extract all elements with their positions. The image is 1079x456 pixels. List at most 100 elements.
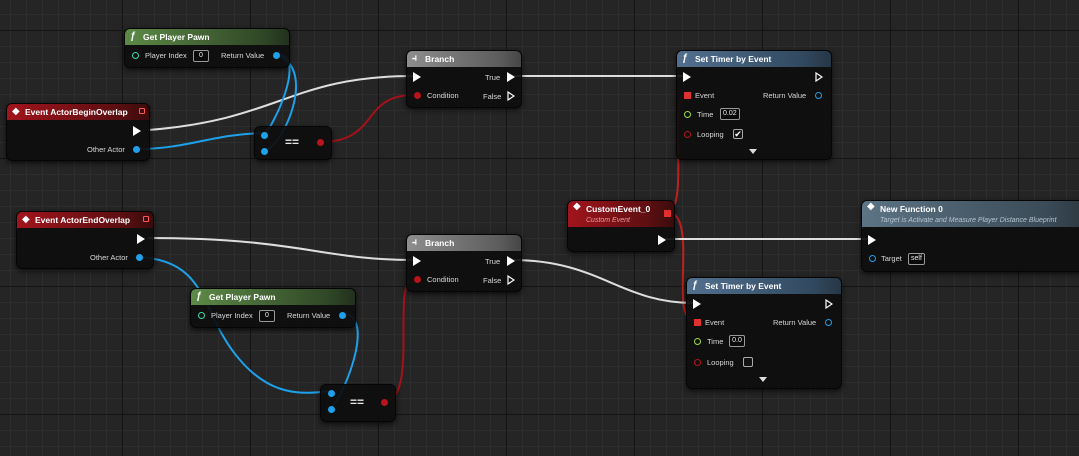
object-wire xyxy=(135,132,266,150)
equal-result-pin[interactable] xyxy=(317,139,324,146)
node-header: ⫞ Branch xyxy=(407,235,521,251)
node-set-timer-by-event-2[interactable]: ƒ Set Timer by Event Event Return Value T… xyxy=(686,277,842,389)
target-pin[interactable] xyxy=(869,255,876,262)
true-exec-out-pin[interactable] xyxy=(507,256,515,266)
return-value-label: Return Value xyxy=(763,91,807,100)
node-header: ƒ Set Timer by Event xyxy=(677,51,831,67)
delegate-pin[interactable] xyxy=(143,216,149,222)
node-subtitle: Custom Event xyxy=(586,217,630,224)
exec-in-pin[interactable] xyxy=(693,299,701,309)
looping-pin[interactable] xyxy=(694,359,701,366)
node-header: ◆ CustomEvent_0 Custom Event xyxy=(568,201,674,227)
equal-input-a-pin[interactable] xyxy=(328,390,335,397)
return-value-pin[interactable] xyxy=(815,92,822,99)
return-value-pin[interactable] xyxy=(273,52,280,59)
looping-pin[interactable] xyxy=(684,131,691,138)
condition-pin[interactable] xyxy=(414,92,421,99)
node-header: ƒ Get Player Pawn xyxy=(125,29,289,45)
player-index-label: Player Index xyxy=(145,51,187,60)
node-new-function-0[interactable]: ◆ New Function 0 Target is Activate and Me… xyxy=(861,200,1079,272)
exec-in-pin[interactable] xyxy=(868,235,876,245)
event-delegate-pin[interactable] xyxy=(684,92,691,99)
node-equal-2[interactable]: == xyxy=(320,384,396,422)
node-title: Branch xyxy=(425,238,455,248)
exec-out-pin[interactable] xyxy=(133,126,141,136)
event-delegate-pin[interactable] xyxy=(694,319,701,326)
other-actor-label: Other Actor xyxy=(90,253,128,262)
exec-out-pin[interactable] xyxy=(137,234,145,244)
expand-arrow-icon[interactable] xyxy=(759,377,767,382)
exec-out-pin[interactable] xyxy=(658,235,666,245)
return-value-label: Return Value xyxy=(287,311,331,320)
node-branch-2[interactable]: ⫞ Branch True Condition False xyxy=(406,234,522,292)
node-header: ◆ Event ActorEndOverlap xyxy=(17,212,153,228)
time-pin[interactable] xyxy=(684,111,691,118)
exec-wire xyxy=(147,237,415,261)
event-label: Event xyxy=(705,318,725,327)
node-title: Event ActorEndOverlap xyxy=(35,215,131,225)
node-event-actor-end-overlap[interactable]: ◆ Event ActorEndOverlap Other Actor xyxy=(16,211,154,269)
return-value-pin[interactable] xyxy=(339,312,346,319)
equal-input-a-pin[interactable] xyxy=(261,132,268,139)
looping-label: Looping xyxy=(697,130,724,139)
blueprint-graph-canvas[interactable]: ƒ Get Player Pawn Player Index 0 Return V… xyxy=(0,0,1079,456)
time-pin[interactable] xyxy=(694,338,701,345)
node-event-actor-begin-overlap[interactable]: ◆ Event ActorBeginOverlap Other Actor xyxy=(6,103,150,161)
time-input[interactable]: 0.02 xyxy=(720,108,740,120)
equal-input-b-pin[interactable] xyxy=(328,406,335,413)
false-exec-out-pin[interactable] xyxy=(507,275,515,285)
looping-label: Looping xyxy=(707,358,734,367)
other-actor-pin[interactable] xyxy=(136,254,143,261)
true-exec-out-pin[interactable] xyxy=(507,72,515,82)
time-label: Time xyxy=(707,337,724,346)
function-f-icon: ƒ xyxy=(682,53,688,64)
event-diamond-icon: ◆ xyxy=(22,214,30,225)
equal-input-b-pin[interactable] xyxy=(261,148,268,155)
node-title: Branch xyxy=(425,54,455,64)
branch-icon: ⫞ xyxy=(412,237,417,248)
looping-checkbox[interactable] xyxy=(743,357,753,367)
looping-checkbox[interactable]: ✔ xyxy=(733,129,743,139)
time-input[interactable]: 0.0 xyxy=(729,335,745,347)
player-index-pin[interactable] xyxy=(198,312,205,319)
false-label: False xyxy=(483,276,502,285)
exec-in-pin[interactable] xyxy=(683,72,691,82)
node-header: ◆ Event ActorBeginOverlap xyxy=(7,104,149,120)
player-index-pin[interactable] xyxy=(132,52,139,59)
exec-in-pin[interactable] xyxy=(413,256,421,266)
equal-result-pin[interactable] xyxy=(381,399,388,406)
target-label: Target xyxy=(881,254,902,263)
event-label: Event xyxy=(695,91,715,100)
delegate-pin[interactable] xyxy=(139,108,145,114)
delegate-out-pin[interactable] xyxy=(664,210,671,217)
node-set-timer-by-event-1[interactable]: ƒ Set Timer by Event Event Return Value T… xyxy=(676,50,832,160)
expand-arrow-icon[interactable] xyxy=(749,149,757,154)
node-subtitle: Target is Activate and Measure Player Di… xyxy=(880,217,1057,224)
function-f-icon: ƒ xyxy=(692,280,698,291)
other-actor-pin[interactable] xyxy=(133,146,140,153)
node-custom-event-0[interactable]: ◆ CustomEvent_0 Custom Event xyxy=(567,200,675,252)
exec-in-pin[interactable] xyxy=(413,72,421,82)
node-header: ƒ Set Timer by Event xyxy=(687,278,841,294)
false-exec-out-pin[interactable] xyxy=(507,91,515,101)
node-branch-1[interactable]: ⫞ Branch True Condition False xyxy=(406,50,522,108)
target-input[interactable]: self xyxy=(908,253,925,265)
exec-out-pin[interactable] xyxy=(815,72,823,82)
node-get-player-pawn-1[interactable]: ƒ Get Player Pawn Player Index 0 Return V… xyxy=(124,28,290,68)
node-title: CustomEvent_0 xyxy=(586,204,651,214)
false-label: False xyxy=(483,92,502,101)
condition-pin[interactable] xyxy=(414,276,421,283)
node-title: Set Timer by Event xyxy=(705,281,782,291)
exec-out-pin[interactable] xyxy=(825,299,833,309)
return-value-pin[interactable] xyxy=(825,319,832,326)
player-index-input[interactable]: 0 xyxy=(193,50,209,62)
node-equal-1[interactable]: == xyxy=(254,126,332,160)
event-diamond-icon: ◆ xyxy=(867,201,875,212)
node-header: ◆ New Function 0 Target is Activate and Me… xyxy=(862,201,1079,227)
node-get-player-pawn-2[interactable]: ƒ Get Player Pawn Player Index 0 Return V… xyxy=(190,288,356,328)
player-index-input[interactable]: 0 xyxy=(259,310,275,322)
node-title: Get Player Pawn xyxy=(209,292,276,302)
branch-icon: ⫞ xyxy=(412,53,417,64)
bool-wire xyxy=(383,278,415,402)
equal-operator: == xyxy=(350,395,365,409)
